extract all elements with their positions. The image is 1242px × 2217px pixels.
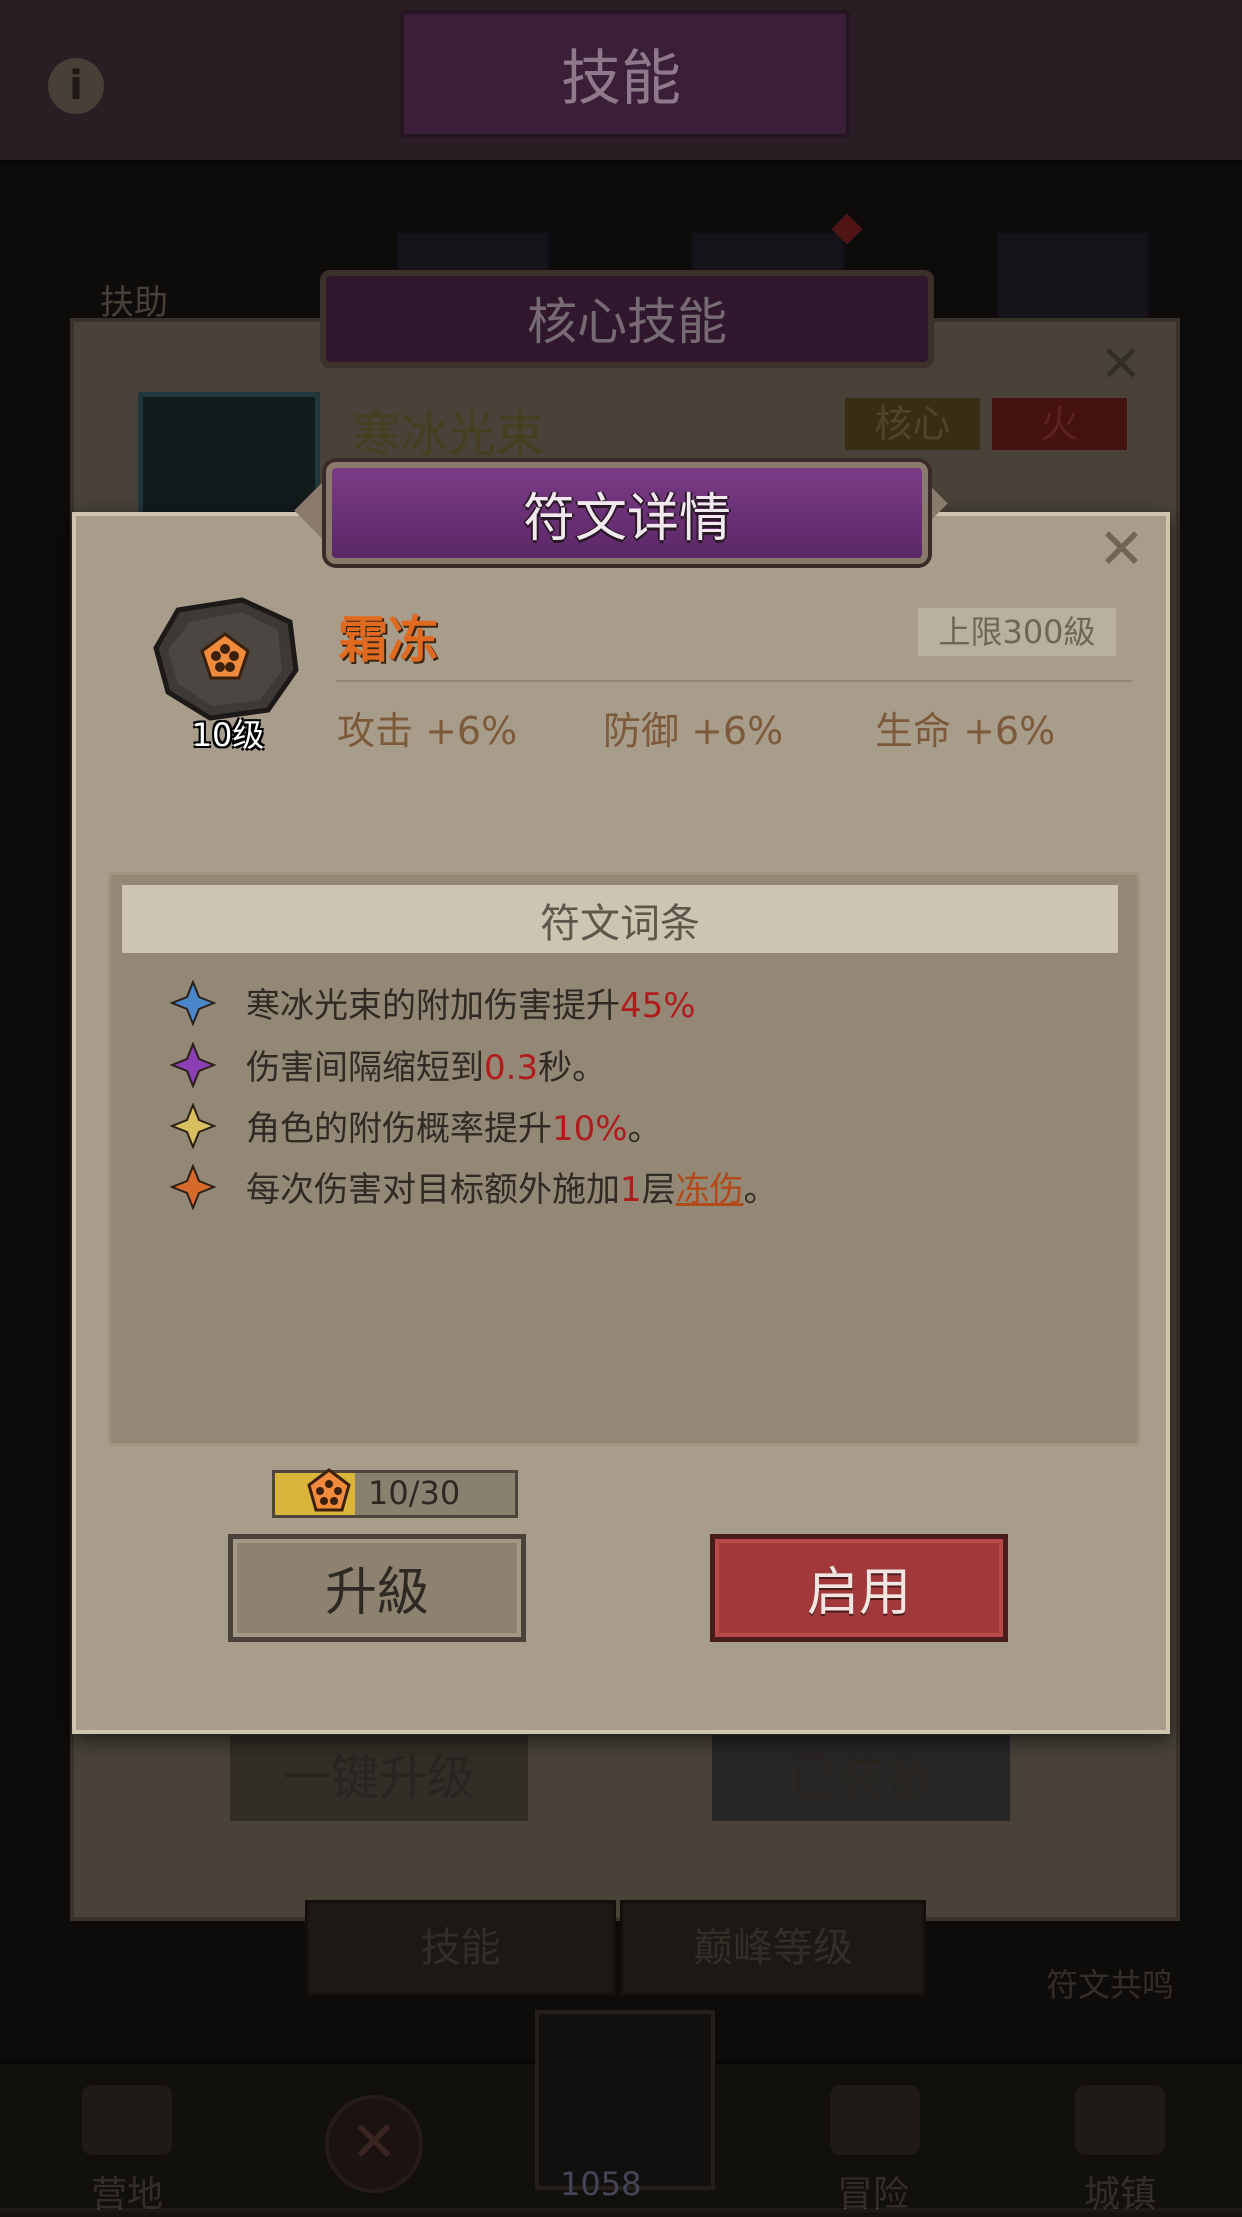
rune-level-label: 10级 (191, 716, 265, 754)
stat-divider (336, 680, 1132, 682)
stat-life: 生命 +6% (875, 709, 1056, 753)
purple-star-icon (170, 1042, 216, 1088)
affix-text: 每次伤害对目标额外施加1层冻伤。 (246, 1170, 778, 1210)
blue-star-icon (170, 980, 216, 1026)
upgrade-button[interactable]: 升級 (228, 1534, 526, 1642)
affix-text: 伤害间隔缩短到0.3秒。 (246, 1048, 607, 1088)
close-icon[interactable]: ✕ (1098, 522, 1145, 578)
stat-defense: 防御 +6% (603, 709, 784, 753)
affix-text: 寒冰光束的附加伤害提升45% (246, 986, 696, 1026)
info-icon[interactable]: i (48, 58, 104, 114)
affix-text: 角色的附伤概率提升10%。 (246, 1109, 662, 1149)
screen-title: 技能 (561, 44, 681, 114)
frostbite-link[interactable]: 冻伤 (676, 1170, 744, 1210)
enable-button[interactable]: 启用 (710, 1534, 1008, 1642)
rune-detail-title: 符文详情 (522, 489, 731, 549)
rune-progress-text: 10/30 (368, 1474, 461, 1512)
stat-attack: 攻击 +6% (337, 709, 518, 753)
top-bar: 技能 (0, 0, 1242, 166)
rune-name: 霜冻 (338, 611, 438, 669)
level-cap-badge: 上限300級 (918, 608, 1116, 656)
rune-shard-icon (307, 1468, 351, 1512)
orange-star-icon (170, 1164, 216, 1210)
yellow-star-icon (170, 1103, 216, 1149)
affix-box (108, 872, 1140, 1446)
affix-title: 符文词条 (540, 901, 700, 947)
